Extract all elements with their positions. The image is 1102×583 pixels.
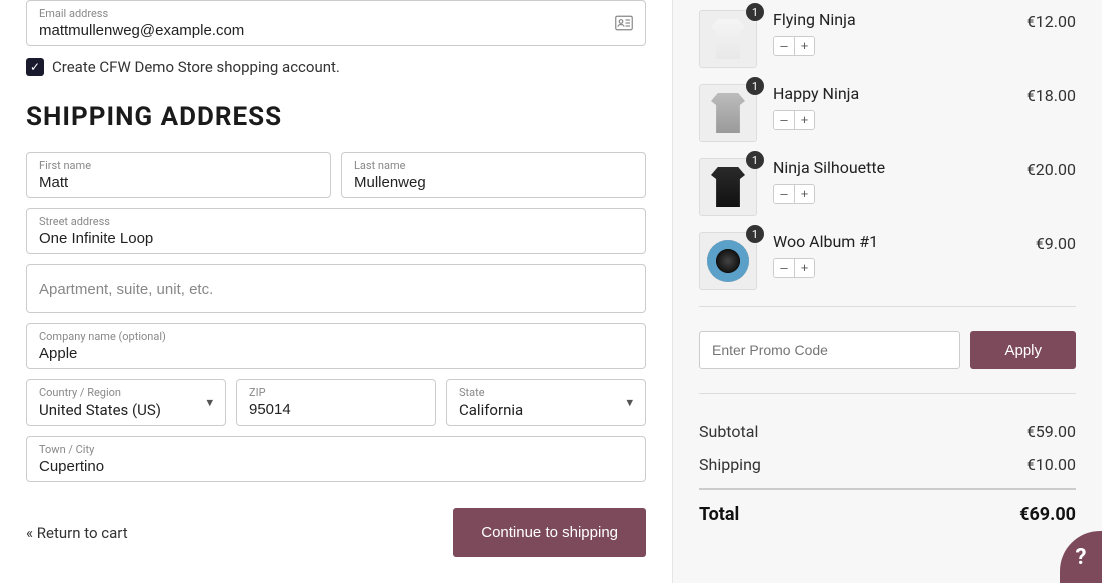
qty-stepper: – + <box>773 184 815 204</box>
product-price: €18.00 <box>1027 86 1076 105</box>
email-label: Email address <box>39 7 633 20</box>
qty-increment-button[interactable]: + <box>794 37 814 55</box>
product-title: Flying Ninja <box>773 10 1011 29</box>
last-name-input[interactable] <box>354 172 633 191</box>
first-name-field[interactable]: First name <box>26 152 331 198</box>
qty-stepper: – + <box>773 36 815 56</box>
shipping-label: Shipping <box>699 455 761 474</box>
total-row: Total €69.00 <box>699 488 1076 525</box>
product-title: Ninja Silhouette <box>773 158 1011 177</box>
qty-badge: 1 <box>746 151 764 169</box>
contact-card-icon <box>615 15 633 31</box>
last-name-field[interactable]: Last name <box>341 152 646 198</box>
email-input[interactable] <box>39 20 633 39</box>
zip-field[interactable]: ZIP <box>236 379 436 426</box>
qty-decrement-button[interactable]: – <box>774 259 794 277</box>
product-price: €9.00 <box>1036 234 1076 253</box>
qty-decrement-button[interactable]: – <box>774 185 794 203</box>
city-field[interactable]: Town / City <box>26 436 646 482</box>
qty-increment-button[interactable]: + <box>794 259 814 277</box>
company-input[interactable] <box>39 343 633 362</box>
product-thumbnail: 1 <box>699 158 757 216</box>
cart-item: 1 Ninja Silhouette – + €20.00 <box>699 158 1076 216</box>
qty-badge: 1 <box>746 3 764 21</box>
product-thumbnail: 1 <box>699 10 757 68</box>
qty-increment-button[interactable]: + <box>794 185 814 203</box>
country-value: United States (US) <box>39 399 213 419</box>
total-label: Total <box>699 504 739 525</box>
subtotal-value: €59.00 <box>1027 422 1076 441</box>
qty-increment-button[interactable]: + <box>794 111 814 129</box>
qty-stepper: – + <box>773 258 815 278</box>
state-value: California <box>459 399 633 419</box>
total-value: €69.00 <box>1019 504 1076 525</box>
country-select[interactable]: Country / Region United States (US) ▾ <box>26 379 226 426</box>
cart-item: 1 Woo Album #1 – + €9.00 <box>699 232 1076 290</box>
company-label: Company name (optional) <box>39 330 633 343</box>
shipping-address-heading: SHIPPING ADDRESS <box>26 102 646 132</box>
continue-to-shipping-button[interactable]: Continue to shipping <box>453 508 646 557</box>
state-select[interactable]: State California ▾ <box>446 379 646 426</box>
city-input[interactable] <box>39 456 633 475</box>
product-thumbnail: 1 <box>699 232 757 290</box>
shipping-row: Shipping €10.00 <box>699 455 1076 474</box>
qty-badge: 1 <box>746 225 764 243</box>
create-account-row[interactable]: ✓ Create CFW Demo Store shopping account… <box>26 58 646 76</box>
apply-promo-button[interactable]: Apply <box>970 331 1076 369</box>
street-label: Street address <box>39 215 633 228</box>
product-title: Happy Ninja <box>773 84 1011 103</box>
qty-decrement-button[interactable]: – <box>774 37 794 55</box>
first-name-label: First name <box>39 159 318 172</box>
cart-item: 1 Flying Ninja – + €12.00 <box>699 10 1076 68</box>
create-account-checkbox[interactable]: ✓ <box>26 58 44 76</box>
street-input[interactable] <box>39 228 633 247</box>
cart-item: 1 Happy Ninja – + €18.00 <box>699 84 1076 142</box>
apartment-input[interactable] <box>39 279 633 298</box>
promo-code-input[interactable] <box>699 331 960 369</box>
company-field[interactable]: Company name (optional) <box>26 323 646 369</box>
street-field[interactable]: Street address <box>26 208 646 254</box>
email-field-wrap[interactable]: Email address <box>26 0 646 46</box>
subtotal-label: Subtotal <box>699 422 758 441</box>
first-name-input[interactable] <box>39 172 318 191</box>
zip-label: ZIP <box>249 386 423 399</box>
shipping-value: €10.00 <box>1027 455 1076 474</box>
state-label: State <box>459 386 633 399</box>
subtotal-row: Subtotal €59.00 <box>699 422 1076 441</box>
product-price: €20.00 <box>1027 160 1076 179</box>
create-account-label: Create CFW Demo Store shopping account. <box>52 58 340 76</box>
last-name-label: Last name <box>354 159 633 172</box>
product-thumbnail: 1 <box>699 84 757 142</box>
apartment-field[interactable] <box>26 264 646 313</box>
country-label: Country / Region <box>39 386 213 399</box>
qty-stepper: – + <box>773 110 815 130</box>
promo-row: Apply <box>699 306 1076 394</box>
order-summary: 1 Flying Ninja – + €12.00 1 Happy Ninja … <box>672 0 1102 583</box>
product-price: €12.00 <box>1027 12 1076 31</box>
city-label: Town / City <box>39 443 633 456</box>
product-title: Woo Album #1 <box>773 232 1020 251</box>
qty-decrement-button[interactable]: – <box>774 111 794 129</box>
checkout-form: Email address ✓ Create CFW Demo Store sh… <box>0 0 672 583</box>
zip-input[interactable] <box>249 399 423 418</box>
qty-badge: 1 <box>746 77 764 95</box>
question-icon: ? <box>1076 545 1087 570</box>
return-to-cart-link[interactable]: « Return to cart <box>26 524 128 542</box>
